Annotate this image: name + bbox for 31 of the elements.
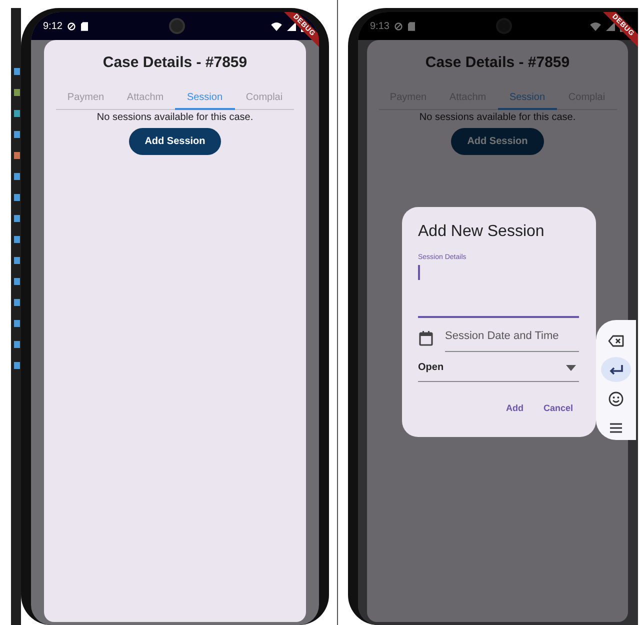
empty-message: No sessions available for this case. [419, 112, 576, 123]
dropdown-value: Open [418, 362, 444, 373]
circle-slash-icon [394, 22, 404, 30]
sd-card-icon [408, 22, 416, 30]
add-button[interactable]: Add [506, 403, 524, 413]
backspace-icon [608, 332, 624, 348]
wifi-icon [271, 22, 282, 30]
keyboard-key[interactable] [601, 357, 631, 382]
sd-card-icon [81, 22, 88, 30]
tab[interactable]: Paymen [56, 90, 116, 110]
empty-message: No sessions available for this case. [96, 112, 254, 123]
tab[interactable]: Session [175, 90, 234, 110]
status-time: 9:13 [370, 20, 390, 32]
case-title: Case Details - #7859 [102, 54, 248, 71]
circle-slash-icon [67, 22, 76, 30]
case-title: Case Details - #7859 [425, 54, 570, 71]
smiley-icon [608, 390, 624, 406]
wifi-icon [590, 22, 601, 30]
calendar-icon [418, 330, 434, 346]
add-session-button[interactable]: Add Session [451, 128, 544, 155]
camera-icon [169, 18, 185, 34]
add-session-button[interactable]: Add Session [128, 128, 222, 155]
cancel-button[interactable]: Cancel [543, 403, 573, 413]
tab[interactable]: Attachm [116, 90, 175, 110]
tab[interactable]: Session [498, 90, 557, 110]
caret-icon [566, 364, 576, 370]
status-dropdown[interactable]: Open [418, 354, 579, 382]
dialog-title: Add New Session [418, 223, 546, 241]
date-time-field[interactable]: Session Date and Time [445, 330, 579, 352]
status-time: 9:12 [43, 20, 62, 32]
tab[interactable]: Complai [234, 90, 294, 110]
